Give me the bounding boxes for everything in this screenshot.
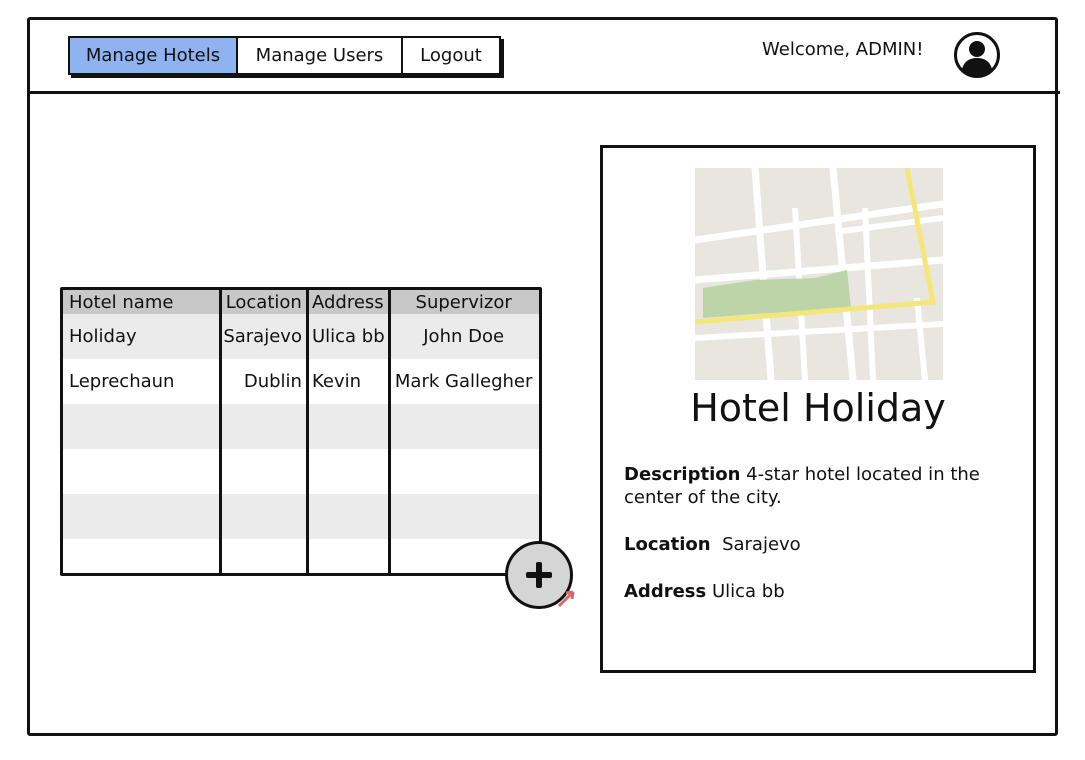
cell-supervizor (388, 494, 539, 539)
column-divider (306, 290, 309, 573)
plus-icon (526, 562, 552, 588)
cell-address (306, 494, 388, 539)
table-row[interactable] (63, 494, 539, 539)
table-row[interactable]: Holiday Sarajevo Ulica bb John Doe (63, 314, 539, 359)
cursor-icon (557, 590, 575, 608)
table-row[interactable] (63, 449, 539, 494)
cell-address: Kevin (311, 371, 362, 392)
hotels-table: Hotel name Location Address Supervizor H… (60, 287, 542, 576)
column-divider (388, 290, 391, 573)
hotel-title: Hotel Holiday (690, 386, 946, 430)
table-row[interactable]: Leprechaun Dublin Kevin Mark Gallegher (63, 359, 539, 404)
map-image[interactable] (695, 168, 943, 380)
cell-address (306, 539, 388, 573)
column-header-hotel-name[interactable]: Hotel name (63, 290, 220, 314)
location-label: Location (624, 534, 711, 555)
cell-hotel-name: Leprechaun (69, 371, 175, 392)
address-value: Ulica bb (711, 581, 785, 602)
column-header-supervizor[interactable]: Supervizor (388, 290, 539, 314)
main-nav: Manage Hotels Manage Users Logout (68, 36, 501, 75)
cell-location: Dublin (243, 371, 302, 392)
nav-manage-users-button[interactable]: Manage Users (238, 38, 403, 73)
column-header-location[interactable]: Location (220, 290, 306, 314)
cell-supervizor: John Doe (423, 326, 505, 347)
cell-location: Sarajevo (223, 326, 302, 347)
hotel-address: Address Ulica bb (624, 580, 1004, 603)
hotel-location: Location Sarajevo (624, 533, 1004, 556)
column-divider (219, 290, 222, 573)
cell-address: Ulica bb (311, 326, 385, 347)
table-row[interactable] (63, 404, 539, 449)
cell-location (220, 404, 306, 449)
cell-location (220, 494, 306, 539)
table-header-row: Hotel name Location Address Supervizor (63, 290, 539, 314)
address-label: Address (624, 581, 707, 602)
table-row[interactable] (63, 539, 539, 573)
cell-hotel-name (63, 449, 220, 494)
cell-address (306, 404, 388, 449)
nav-manage-hotels-button[interactable]: Manage Hotels (70, 38, 238, 73)
cell-location (220, 449, 306, 494)
header-divider (27, 91, 1060, 94)
nav-logout-button[interactable]: Logout (403, 38, 499, 73)
cell-hotel-name (63, 494, 220, 539)
cell-supervizor (388, 449, 539, 494)
column-header-address[interactable]: Address (306, 290, 388, 314)
cell-hotel-name: Holiday (69, 326, 137, 347)
description-label: Description (624, 464, 741, 485)
hotel-description: Description 4-star hotel located in the … (624, 463, 1004, 509)
location-value: Sarajevo (722, 534, 801, 555)
cell-supervizor (388, 404, 539, 449)
user-avatar-icon[interactable] (953, 31, 1001, 79)
cell-hotel-name (63, 404, 220, 449)
welcome-text: Welcome, ADMIN! (762, 39, 924, 60)
cell-address (306, 449, 388, 494)
cell-location (220, 539, 306, 573)
cell-supervizor: Mark Gallegher (394, 371, 533, 392)
cell-hotel-name (63, 539, 220, 573)
